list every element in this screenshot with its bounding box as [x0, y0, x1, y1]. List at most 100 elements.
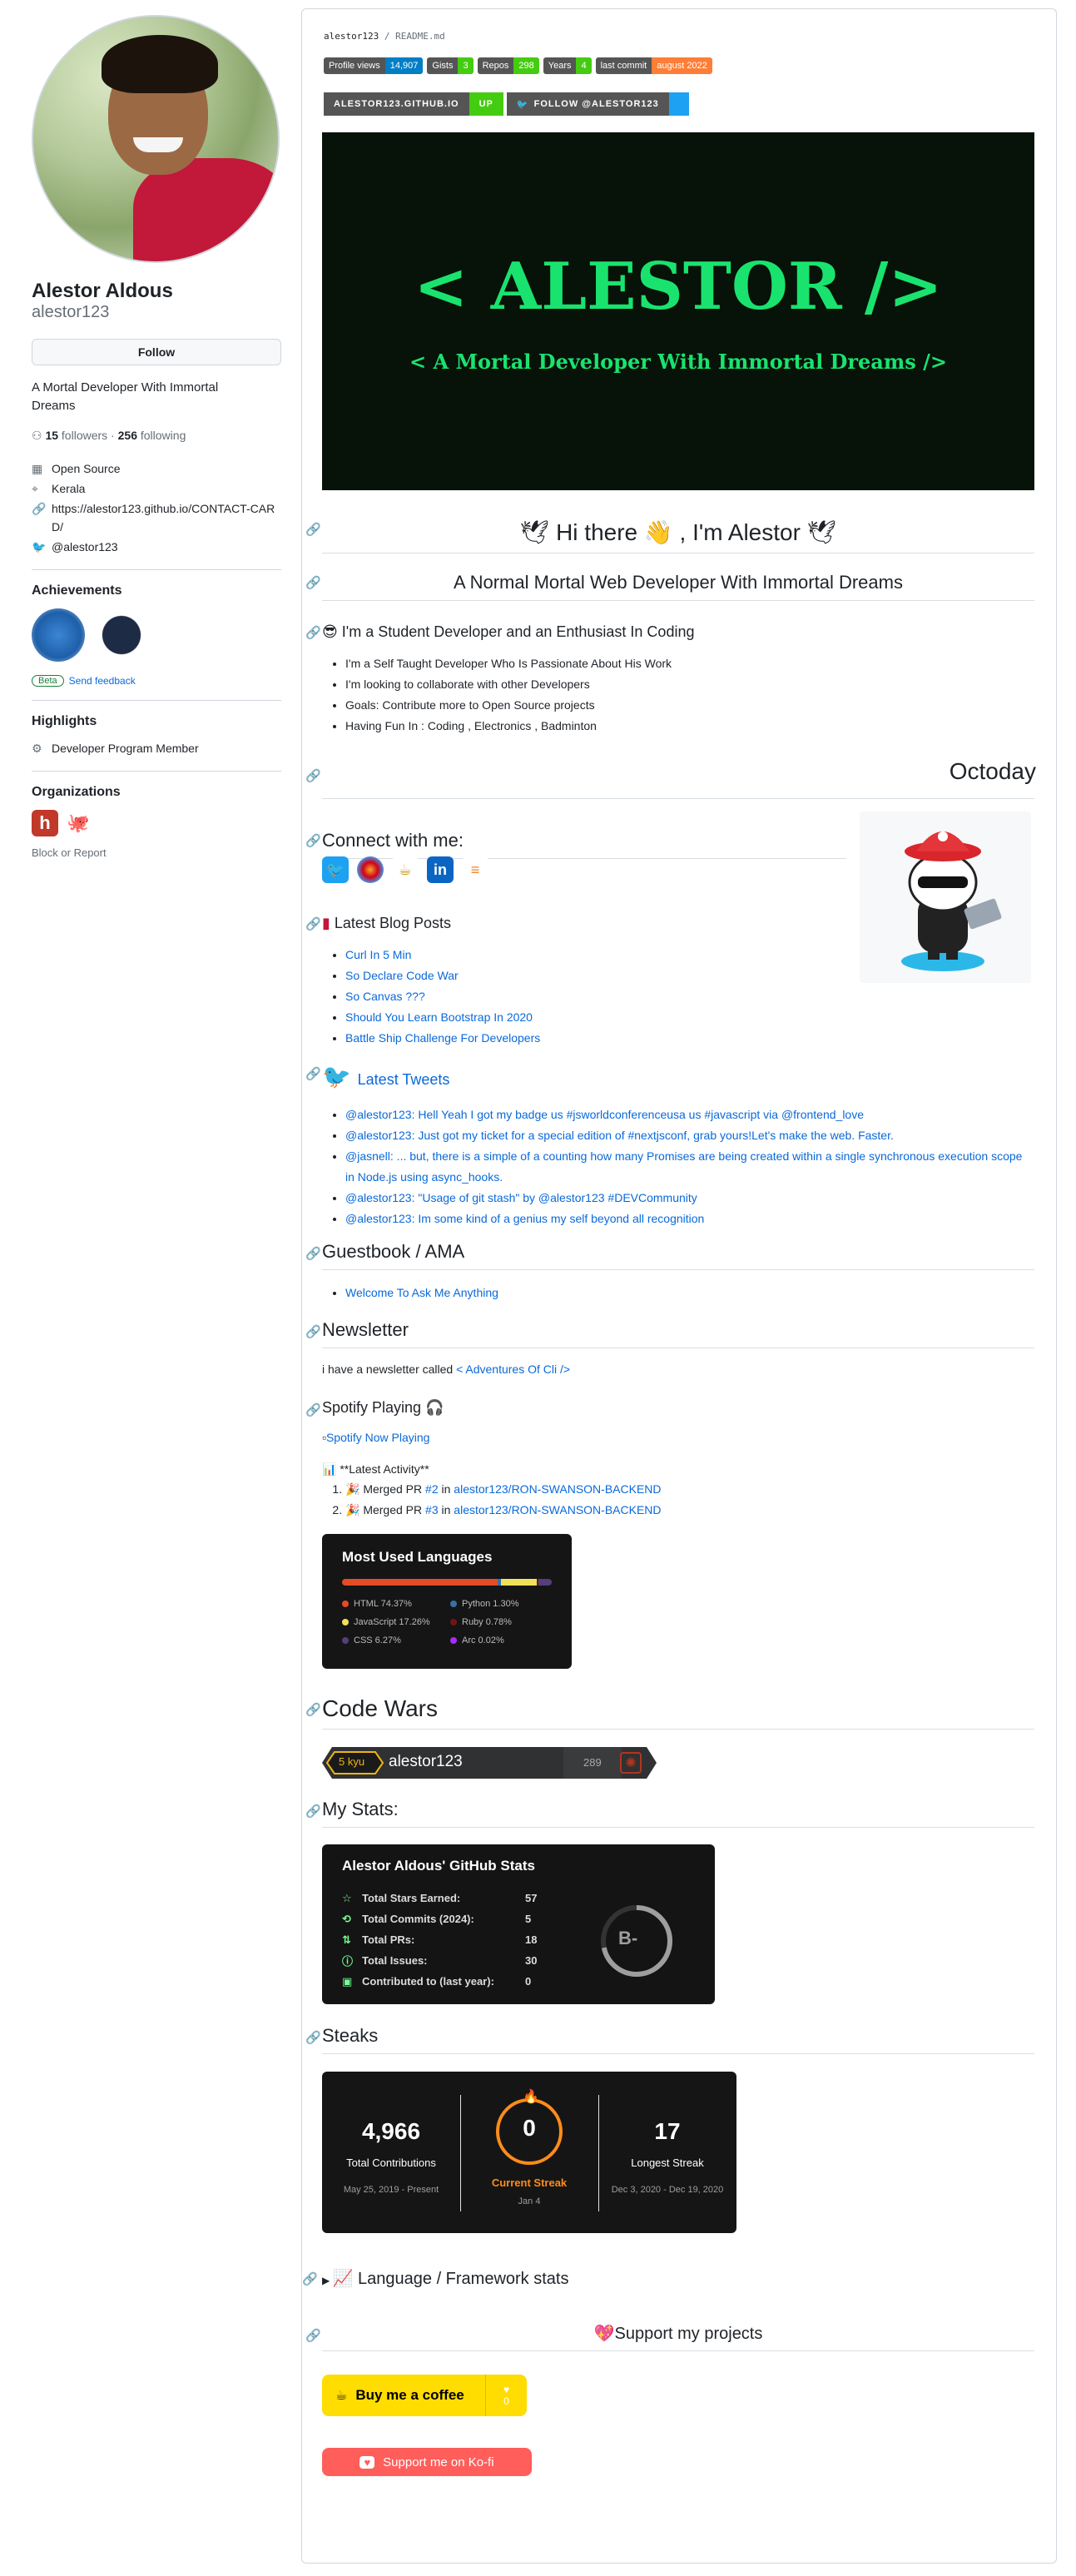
- twitter-follow-button[interactable]: 🐦 FOLLOW @ALESTOR123: [506, 92, 669, 116]
- shield-years[interactable]: Years 4: [543, 57, 592, 74]
- stats-row-label: Total Stars Earned:: [362, 1892, 461, 1904]
- longest-streak: 17: [654, 2118, 681, 2144]
- tweet-link[interactable]: @alestor123: Hell Yeah I got my badge us…: [345, 1108, 864, 1121]
- following-count[interactable]: 256: [118, 429, 137, 442]
- detail-website[interactable]: 🔗 https://alestor123.github.io/CONTACT-CA…: [32, 499, 281, 536]
- blog-post-link[interactable]: Battle Ship Challenge For Developers: [345, 1031, 540, 1045]
- language-dot: [342, 1619, 349, 1626]
- anchor-link-icon[interactable]: 🔗: [305, 2030, 321, 2045]
- longest-streak-label: Longest Streak: [631, 2157, 704, 2169]
- anchor-link-icon[interactable]: 🔗: [305, 916, 321, 931]
- greeting-heading: 🕊 Hi there 👋 , I'm Alestor 🕊: [322, 519, 1034, 553]
- anchor-link-icon[interactable]: 🔗: [302, 2271, 318, 2286]
- dribbble-icon[interactable]: [357, 856, 384, 883]
- beta-badge: Beta: [32, 675, 64, 687]
- followers-count[interactable]: 15: [45, 429, 58, 442]
- followers-label[interactable]: followers: [62, 429, 107, 442]
- guestbook-link[interactable]: Welcome To Ask Me Anything: [345, 1286, 498, 1299]
- detail-twitter-text[interactable]: @alestor123: [52, 538, 118, 556]
- greeting-text: Hi there 👋 , I'm Alestor: [556, 519, 801, 545]
- tweet-link[interactable]: @jasnell: ... but, there is a simple of …: [345, 1149, 1022, 1184]
- divider: [32, 569, 281, 570]
- anchor-link-icon[interactable]: 🔗: [305, 1402, 321, 1417]
- blog-post-link[interactable]: Curl In 5 Min: [345, 948, 411, 961]
- anchor-link-icon[interactable]: 🔗: [305, 2328, 321, 2343]
- tweet-link[interactable]: @alestor123: Im some kind of a genius my…: [345, 1212, 704, 1225]
- list-item: Welcome To Ask Me Anything: [345, 1283, 498, 1303]
- achievement-badge-pull-shark[interactable]: [95, 608, 148, 662]
- repo-link[interactable]: alestor123/RON-SWANSON-BACKEND: [454, 1503, 661, 1516]
- path-user[interactable]: alestor123: [324, 31, 379, 42]
- anchor-link-icon[interactable]: 🔗: [305, 575, 321, 590]
- profile-name: Alestor Aldous: [32, 280, 173, 302]
- anchor-link-icon[interactable]: 🔗: [305, 1246, 321, 1261]
- shield-gists[interactable]: Gists 3: [427, 57, 474, 74]
- linkedin-icon[interactable]: in: [427, 856, 454, 883]
- blog-post-link[interactable]: Should You Learn Bootstrap In 2020: [345, 1010, 533, 1024]
- follow-button[interactable]: Follow: [32, 339, 281, 365]
- buy-me-a-coffee-button[interactable]: ☕ Buy me a coffee ♥ 0: [322, 2375, 527, 2416]
- activity-text: 🎉 Merged PR: [345, 1503, 426, 1516]
- detail-website-text[interactable]: https://alestor123.github.io/CONTACT-CAR…: [52, 499, 281, 536]
- anchor-link-icon[interactable]: 🔗: [305, 1324, 321, 1339]
- avatar[interactable]: ☻: [32, 15, 280, 263]
- blog-post-link[interactable]: So Declare Code War: [345, 969, 459, 982]
- anchor-link-icon[interactable]: 🔗: [305, 1702, 321, 1717]
- anchor-link-icon[interactable]: 🔗: [305, 1066, 321, 1081]
- block-or-report-link[interactable]: Block or Report: [32, 846, 281, 859]
- coffee-label: Buy me a coffee: [355, 2387, 464, 2403]
- list-item: Battle Ship Challenge For Developers: [345, 1028, 540, 1049]
- tweet-link[interactable]: @alestor123: Just got my ticket for a sp…: [345, 1129, 894, 1142]
- codewars-logo-icon: ✺: [620, 1752, 642, 1774]
- newsletter-link[interactable]: < Adventures Of Cli />: [456, 1362, 570, 1376]
- detail-organization: ▦ Open Source: [32, 459, 281, 478]
- tweet-link[interactable]: @alestor123: "Usage of git stash" by @al…: [345, 1191, 697, 1204]
- shield-value: 298: [513, 57, 539, 74]
- bird-icon: 🕊: [519, 519, 557, 545]
- kofi-button[interactable]: ♥ Support me on Ko-fi: [322, 2448, 532, 2476]
- org-avatar-h[interactable]: h: [32, 810, 58, 836]
- spotify-image[interactable]: ▫Spotify Now Playing: [322, 1431, 429, 1444]
- twitter-icon[interactable]: 🐦: [322, 856, 349, 883]
- language-stats-summary[interactable]: ▶ 📈 Language / Framework stats: [322, 2268, 568, 2289]
- set-status-icon[interactable]: ☻: [248, 221, 278, 251]
- language-legend-label: HTML 74.37%: [354, 1599, 412, 1609]
- site-label: ALESTOR123.GITHUB.IO: [334, 99, 459, 109]
- spotify-link[interactable]: Spotify Now Playing: [326, 1431, 430, 1444]
- list-item: @jasnell: ... but, there is a simple of …: [345, 1146, 1028, 1188]
- buymeacoffee-icon[interactable]: ☕: [392, 856, 419, 883]
- octocat-image: [860, 812, 1031, 983]
- anchor-link-icon[interactable]: 🔗: [305, 768, 321, 783]
- stackoverflow-icon[interactable]: ≡: [462, 856, 488, 883]
- repo-link[interactable]: alestor123/RON-SWANSON-BACKEND: [454, 1482, 661, 1496]
- intro-item: Having Fun In : Coding , Electronics , B…: [345, 716, 672, 737]
- intro-list: I'm a Self Taught Developer Who Is Passi…: [345, 653, 672, 737]
- language-dot: [342, 1637, 349, 1644]
- shield-repos[interactable]: Repos 298: [477, 57, 539, 74]
- stats-rows: ☆ Total Stars Earned: 57 ⟲ Total Commits (20…: [342, 1888, 537, 1992]
- shield-last-commit[interactable]: last commit august 2022: [595, 57, 712, 74]
- shield-profile-views[interactable]: Profile views 14,907: [324, 57, 424, 74]
- stats-row: ▣ Contributed to (last year): 0: [342, 1971, 537, 1992]
- achievement-badge-quickdraw[interactable]: [32, 608, 85, 662]
- send-feedback-link[interactable]: Send feedback: [69, 675, 136, 687]
- newsletter-text: i have a newsletter called: [322, 1362, 457, 1376]
- anchor-link-icon[interactable]: 🔗: [305, 625, 321, 640]
- blog-post-link[interactable]: So Canvas ???: [345, 990, 425, 1003]
- anchor-link-icon[interactable]: 🔗: [305, 833, 321, 848]
- shield-label: Profile views: [324, 57, 385, 74]
- org-avatar-octocat[interactable]: 🐙: [65, 810, 92, 836]
- site-status-badge[interactable]: ALESTOR123.GITHUB.IO: [324, 92, 469, 116]
- following-label[interactable]: following: [141, 429, 186, 442]
- profile-sidebar: ☻ Alestor Aldous alestor123 Follow A Mor…: [32, 15, 281, 859]
- anchor-link-icon[interactable]: 🔗: [305, 522, 321, 537]
- codewars-badge[interactable]: 5 kyu alestor123 289 ✺: [322, 1747, 657, 1779]
- fire-icon: 🔥: [523, 2090, 539, 2104]
- shield-value: 3: [458, 57, 474, 74]
- anchor-link-icon[interactable]: 🔗: [305, 1804, 321, 1819]
- pr-link[interactable]: #2: [425, 1482, 439, 1496]
- detail-twitter[interactable]: 🐦 @alestor123: [32, 538, 281, 556]
- guestbook-list: Welcome To Ask Me Anything: [345, 1283, 498, 1303]
- pr-link[interactable]: #3: [425, 1503, 439, 1516]
- heart-icon: ♥: [503, 2384, 510, 2395]
